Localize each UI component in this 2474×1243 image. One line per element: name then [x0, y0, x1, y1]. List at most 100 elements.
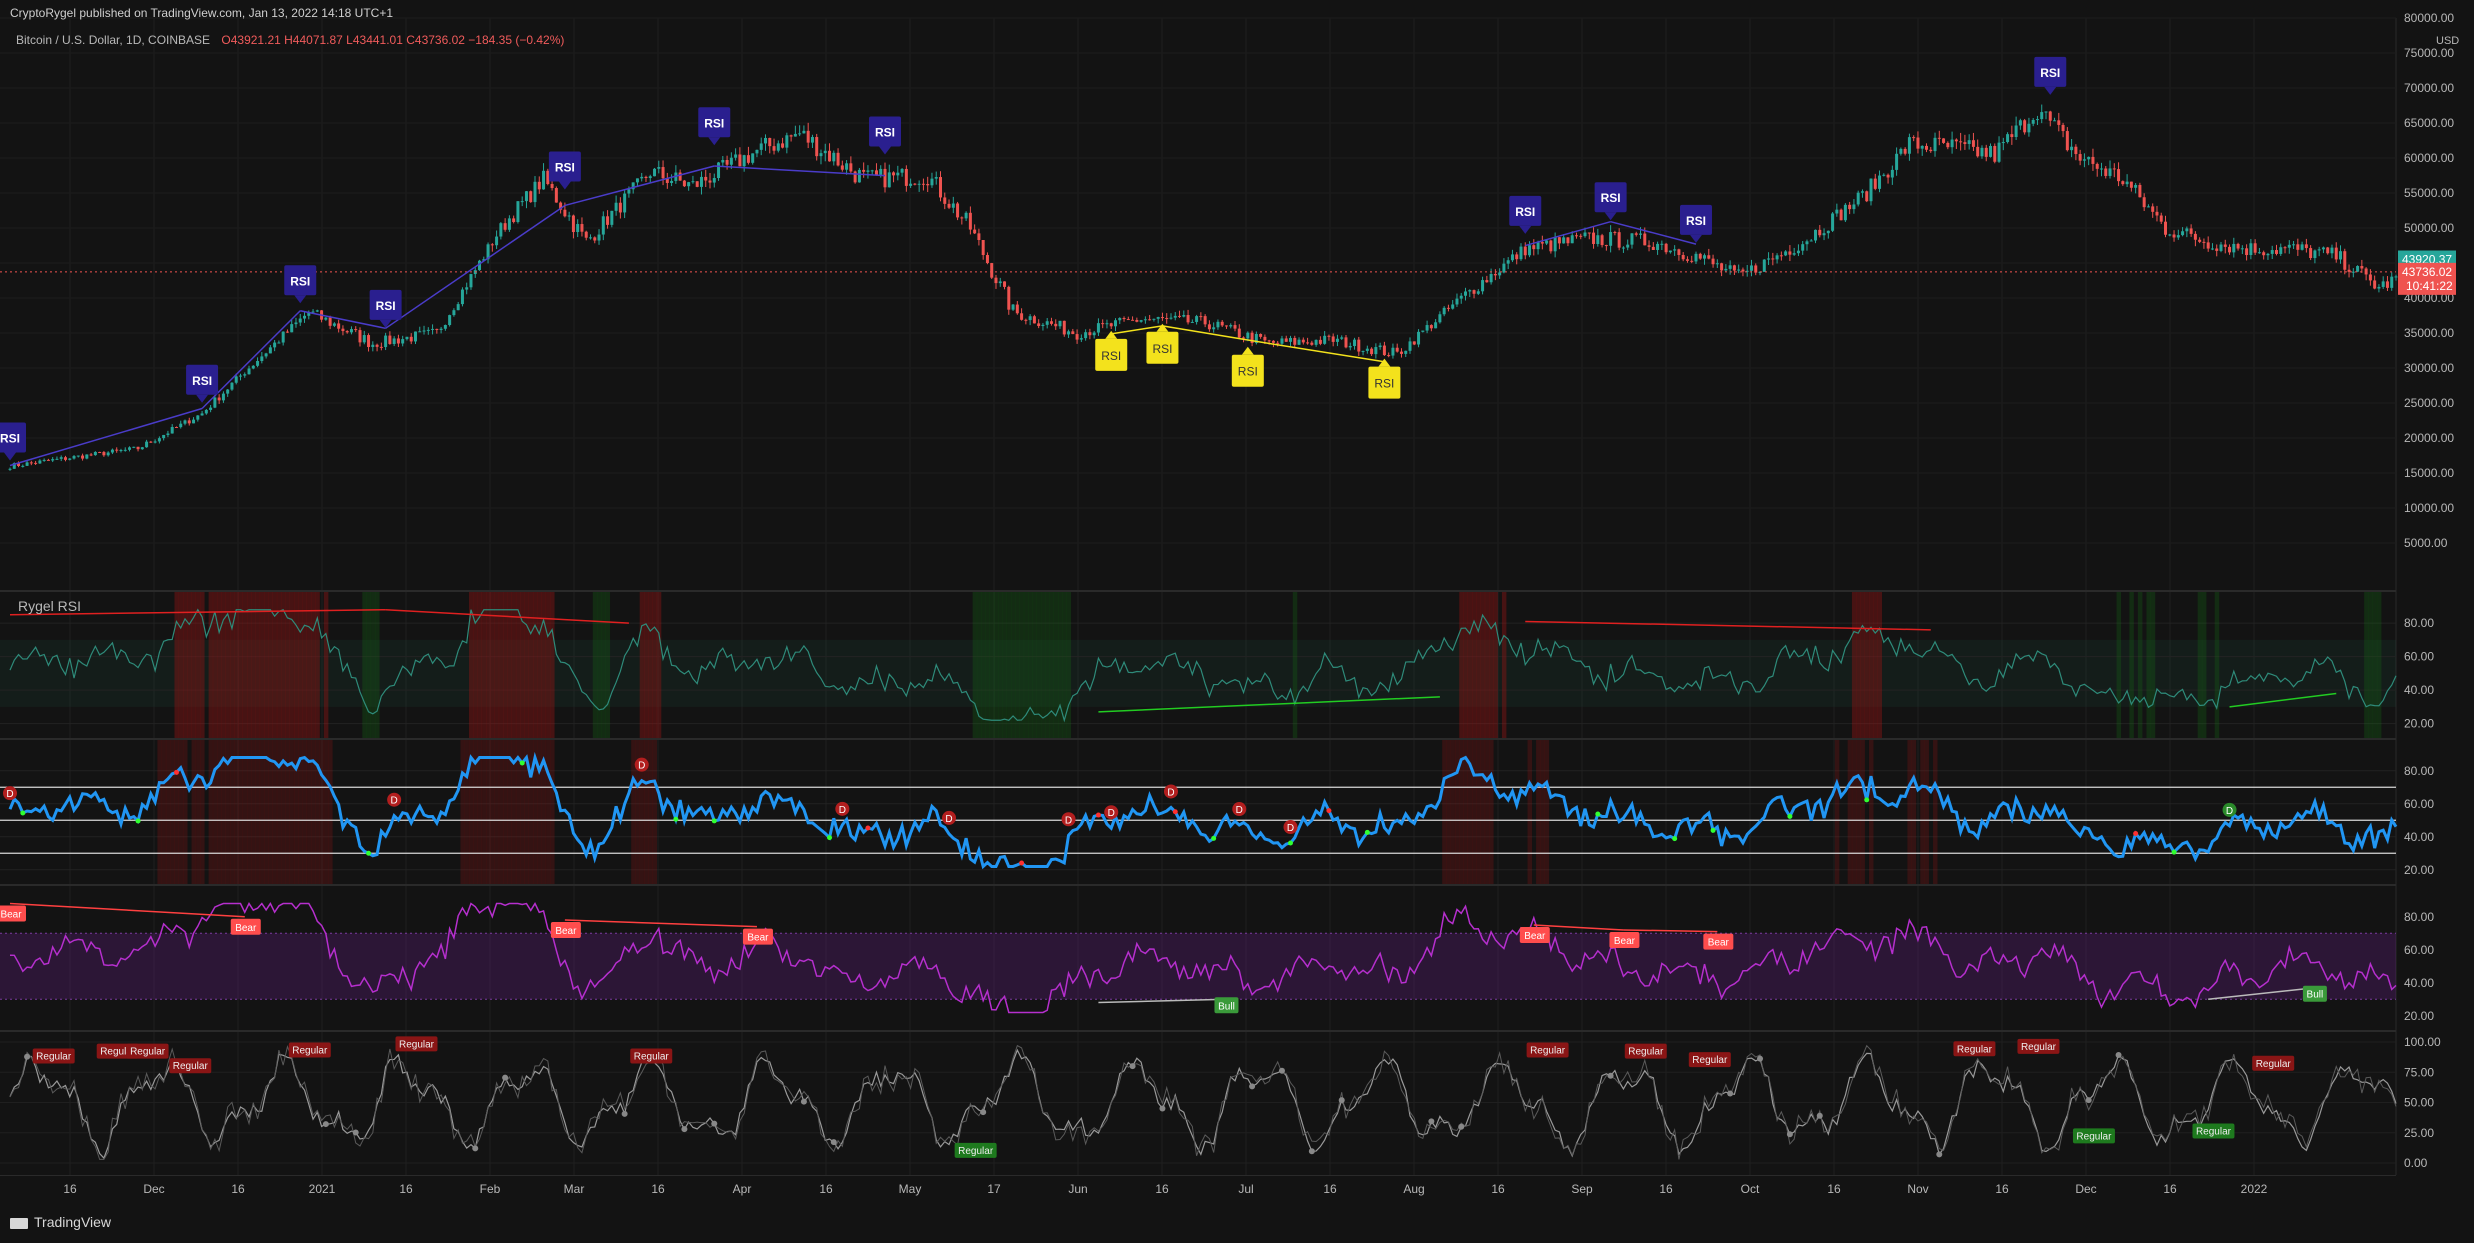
candle-body: [1732, 265, 1736, 271]
overbought-shade: [533, 592, 538, 738]
divergence-d-label[interactable]: D: [387, 792, 402, 807]
candle-body: [1472, 290, 1476, 294]
overbought-shade: [268, 592, 273, 738]
regular-bear-label[interactable]: Regular: [630, 1048, 673, 1064]
divergence-d-label[interactable]: D: [1163, 784, 1178, 799]
rsi-divergence-marker[interactable]: RSI: [1594, 182, 1627, 221]
candle-body: [563, 209, 567, 217]
regular-bull-label[interactable]: Regular: [2072, 1128, 2115, 1144]
candle-body: [1139, 320, 1143, 322]
candle-body: [110, 449, 114, 453]
rsi-marker-label: RSI: [0, 431, 20, 445]
candle-body: [909, 183, 913, 186]
bear-label[interactable]: Bear: [742, 928, 773, 945]
candle-body: [68, 458, 72, 460]
candle-body: [836, 152, 840, 166]
osc-tick-label: 25.00: [2404, 1126, 2434, 1140]
tradingview-logo[interactable]: TradingView: [10, 1214, 111, 1230]
overbought-shade: [174, 740, 179, 884]
tradingview-chart[interactable]: 80000.00 75000.00 70000.00 65000.00 60000.00…: [0, 0, 2474, 1238]
candle-body: [648, 176, 652, 179]
candle-body: [828, 150, 832, 162]
candle-body: [2206, 242, 2210, 249]
candle-body: [81, 455, 85, 459]
bear-label[interactable]: Bear: [550, 922, 581, 939]
rsi-divergence-marker[interactable]: RSI: [869, 116, 902, 155]
regular-bear-label[interactable]: Regular: [1624, 1043, 1667, 1059]
candle-body: [849, 163, 853, 172]
time-axis-label: 16: [231, 1182, 245, 1196]
candle-body: [371, 344, 375, 348]
divergence-d-label[interactable]: D: [1232, 802, 1247, 817]
divergence-d-label[interactable]: D: [3, 786, 17, 801]
divergence-d-label[interactable]: D: [634, 757, 649, 772]
rsi-divergence-marker[interactable]: RSI: [1368, 358, 1401, 399]
regular-bear-label[interactable]: Regular: [32, 1048, 75, 1064]
regular-bear-label[interactable]: Regular: [2252, 1055, 2295, 1071]
price-tick-label: 60000.00: [2404, 151, 2454, 165]
rsi-marker-pointer: [879, 146, 892, 155]
bear-label[interactable]: Bear: [230, 918, 261, 935]
regular-bear-label[interactable]: Regular: [2017, 1038, 2060, 1054]
candle-body: [789, 135, 793, 137]
rsi-divergence-marker[interactable]: RSI: [698, 107, 731, 146]
bull-label[interactable]: Bull: [1214, 997, 1239, 1014]
regular-bear-label[interactable]: Regular: [288, 1042, 331, 1058]
divergence-d-label[interactable]: D: [1061, 812, 1076, 827]
regular-bull-label[interactable]: Regular: [954, 1142, 997, 1158]
divergence-d-label[interactable]: D: [942, 810, 957, 825]
regular-bear-label[interactable]: Regular: [169, 1058, 212, 1074]
bull-label[interactable]: Bull: [2302, 985, 2327, 1002]
regular-bear-label[interactable]: Regular: [1688, 1052, 1731, 1068]
candle-body: [34, 462, 38, 464]
bear-label[interactable]: Bear: [0, 905, 26, 922]
divergence-d-label[interactable]: D: [835, 801, 850, 816]
rsi-marker-label: RSI: [555, 161, 575, 175]
regular-badge-label: Regular: [173, 1061, 209, 1072]
chart-canvas[interactable]: 80000.00 75000.00 70000.00 65000.00 60000.00…: [0, 0, 2474, 1238]
candle-body: [1613, 232, 1617, 234]
candle-body: [55, 458, 59, 460]
bear-label[interactable]: Bear: [1703, 933, 1734, 950]
candle-body: [759, 143, 763, 150]
rsi-divergence-marker[interactable]: RSI: [548, 151, 581, 190]
regular-bull-label[interactable]: Regular: [2192, 1123, 2235, 1139]
candle-body: [960, 217, 964, 219]
overbought-shade: [1924, 740, 1929, 884]
rsi-divergence-marker[interactable]: RSI: [1095, 330, 1128, 371]
divergence-d-label[interactable]: D: [1283, 820, 1298, 835]
rsi-divergence-marker[interactable]: RSI: [0, 422, 26, 461]
regular-bear-label[interactable]: Regular: [1953, 1041, 1996, 1057]
candle-body: [1113, 320, 1117, 327]
bear-label[interactable]: Bear: [1609, 931, 1640, 948]
rsi-divergence-marker[interactable]: RSI: [1146, 323, 1179, 364]
candle-body: [1767, 258, 1771, 260]
regular-bear-label[interactable]: Regular: [1526, 1042, 1569, 1058]
regular-bear-label[interactable]: Regular: [126, 1043, 169, 1059]
rsi-divergence-marker[interactable]: RSI: [1679, 204, 1712, 243]
regular-bear-label[interactable]: Regular: [395, 1036, 438, 1052]
candle-body: [1775, 255, 1779, 260]
rsi-divergence-marker[interactable]: RSI: [2034, 56, 2067, 95]
candle-body: [699, 176, 703, 187]
rsi-divergence-marker[interactable]: RSI: [369, 289, 402, 328]
divergence-d-label[interactable]: D: [1104, 805, 1119, 820]
rsi-divergence-marker[interactable]: RSI: [1231, 346, 1264, 387]
candle-body: [1122, 318, 1126, 320]
candle-body: [1293, 337, 1297, 345]
symbol-legend[interactable]: Bitcoin / U.S. Dollar, 1D, COINBASE O439…: [16, 33, 564, 47]
overbought-shade: [323, 592, 329, 738]
candle-body: [136, 446, 140, 450]
candle-body: [2343, 251, 2347, 270]
candle-body: [1395, 347, 1399, 352]
candle-body: [379, 346, 383, 348]
candle-body: [2112, 168, 2116, 170]
pivot-dot: [980, 1109, 987, 1116]
candle-body: [89, 454, 93, 456]
time-axis-label: 16: [1323, 1182, 1337, 1196]
candle-body: [1429, 325, 1433, 329]
candle-body: [1459, 295, 1463, 299]
divergence-d-label[interactable]: D: [2222, 802, 2237, 817]
bear-label[interactable]: Bear: [1519, 927, 1550, 943]
candle-body: [819, 153, 823, 157]
